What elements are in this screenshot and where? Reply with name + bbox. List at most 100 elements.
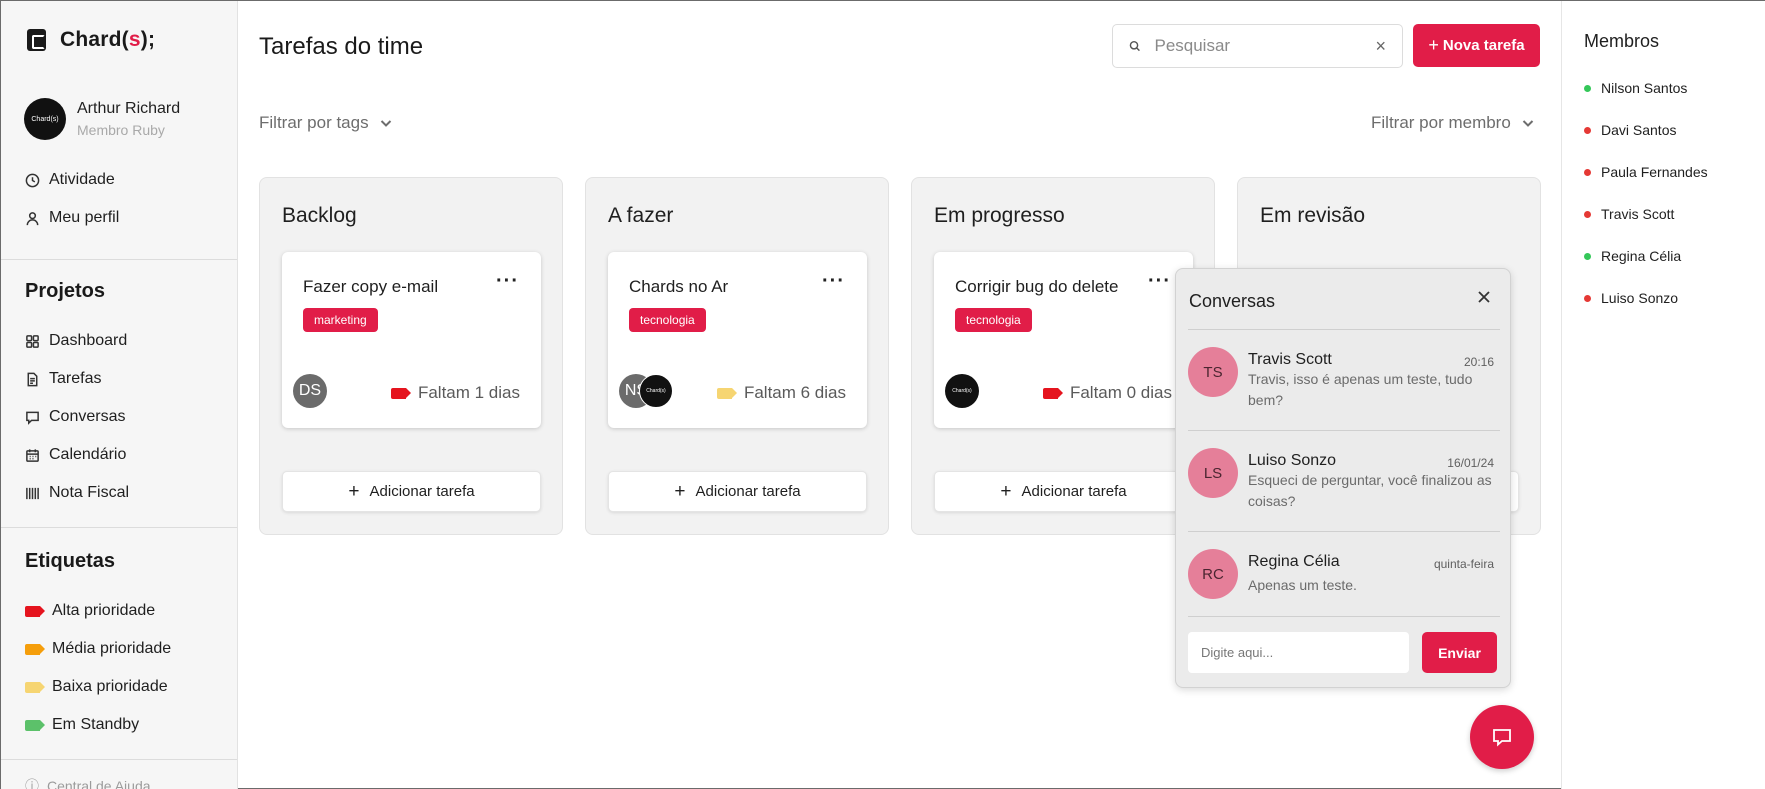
status-dot bbox=[1584, 252, 1591, 260]
status-dot bbox=[1584, 84, 1591, 92]
member-item[interactable]: Travis Scott bbox=[1584, 206, 1674, 222]
brand-name: Chard(s); bbox=[60, 28, 156, 51]
column-title: Em revisão bbox=[1260, 204, 1366, 227]
help-center-link[interactable]: ⓘ Central de Ajuda bbox=[25, 776, 151, 789]
member-name: Paula Fernandes bbox=[1601, 164, 1708, 180]
status-dot bbox=[1584, 126, 1591, 134]
label-name: Alta prioridade bbox=[52, 602, 156, 619]
conversation-time: 20:16 bbox=[1463, 355, 1494, 369]
user-profile[interactable]: Chard(s) Arthur Richard Membro Ruby bbox=[24, 98, 180, 140]
chat-fab-button[interactable] bbox=[1470, 705, 1534, 769]
calendar-icon bbox=[26, 448, 39, 462]
user-name: Arthur Richard bbox=[77, 100, 181, 117]
add-task-button[interactable]: + Adicionar tarefa bbox=[934, 471, 1193, 512]
task-card[interactable]: Fazer copy e-mail ··· marketing DS Falta… bbox=[282, 252, 541, 428]
nav-item-calendario[interactable]: Calendário bbox=[25, 436, 129, 474]
member-item[interactable]: Paula Fernandes bbox=[1584, 164, 1708, 180]
add-task-label: Adicionar tarefa bbox=[369, 483, 475, 500]
divider bbox=[1, 759, 237, 760]
deadline-text: Faltam 0 dias bbox=[1069, 383, 1172, 402]
clear-search-icon[interactable]: × bbox=[1375, 36, 1386, 57]
nav-item-nota-fiscal[interactable]: Nota Fiscal bbox=[25, 474, 129, 512]
conversation-message: Apenas um teste. bbox=[1248, 577, 1357, 593]
more-options-icon[interactable]: ··· bbox=[496, 270, 519, 293]
conversation-item[interactable]: TS Travis Scott 20:16 Travis, isso é ape… bbox=[1188, 330, 1500, 418]
label-em-standby[interactable]: Em Standby bbox=[25, 706, 171, 744]
plus-icon: + bbox=[1428, 35, 1439, 55]
add-task-button[interactable]: + Adicionar tarefa bbox=[282, 471, 541, 512]
tag-icon bbox=[25, 605, 45, 617]
status-dot bbox=[1584, 210, 1591, 218]
clock-icon bbox=[25, 173, 40, 187]
column-title: A fazer bbox=[608, 204, 674, 227]
filter-by-tags[interactable]: Filtrar por tags bbox=[259, 113, 393, 133]
label-media-prioridade[interactable]: Média prioridade bbox=[25, 630, 171, 668]
sidebar: Chard(s); Chard(s) Arthur Richard Membro… bbox=[1, 1, 238, 789]
member-item[interactable]: Davi Santos bbox=[1584, 122, 1676, 138]
column-em-progresso: Em progresso Corrigir bug do delete ··· … bbox=[911, 177, 1215, 535]
help-icon: ⓘ bbox=[25, 778, 39, 789]
deadline-text: Faltam 1 dias bbox=[417, 383, 520, 402]
avatar: Chard(s) bbox=[945, 374, 979, 408]
page-title: Tarefas do time bbox=[259, 33, 424, 60]
send-button[interactable]: Enviar bbox=[1422, 632, 1497, 673]
chat-title: Conversas bbox=[1189, 291, 1276, 311]
plus-icon: + bbox=[1000, 480, 1012, 502]
nav-item-tarefas[interactable]: Tarefas bbox=[25, 360, 129, 398]
brand-logo-icon bbox=[27, 29, 46, 51]
filter-label: Filtrar por membro bbox=[1371, 113, 1511, 132]
member-item[interactable]: Nilson Santos bbox=[1584, 80, 1687, 96]
more-options-icon[interactable]: ··· bbox=[822, 270, 845, 293]
avatar: DS bbox=[293, 374, 327, 408]
task-card[interactable]: Chards no Ar ··· tecnologia NS Chard(s) … bbox=[608, 252, 867, 428]
task-card[interactable]: Corrigir bug do delete ··· tecnologia Ch… bbox=[934, 252, 1193, 428]
nav-item-meu-perfil[interactable]: Meu perfil bbox=[25, 199, 119, 237]
section-title-projetos: Projetos bbox=[25, 280, 106, 302]
more-options-icon[interactable]: ··· bbox=[1148, 270, 1171, 293]
divider bbox=[1188, 616, 1500, 617]
nav-item-label: Atividade bbox=[49, 171, 115, 188]
close-icon[interactable] bbox=[1474, 287, 1494, 307]
nav-item-conversas[interactable]: Conversas bbox=[25, 398, 129, 436]
nav-item-dashboard[interactable]: Dashboard bbox=[25, 322, 129, 360]
divider bbox=[1, 527, 237, 528]
member-item[interactable]: Regina Célia bbox=[1584, 248, 1681, 264]
label-alta-prioridade[interactable]: Alta prioridade bbox=[25, 592, 171, 630]
assignees: Chard(s) bbox=[945, 374, 979, 408]
nav-item-atividade[interactable]: Atividade bbox=[25, 161, 119, 199]
plus-icon: + bbox=[348, 480, 360, 502]
label-name: Em Standby bbox=[52, 716, 140, 733]
column-backlog: Backlog Fazer copy e-mail ··· marketing … bbox=[259, 177, 563, 535]
labels-list: Alta prioridade Média prioridade Baixa p… bbox=[25, 592, 171, 744]
nav-item-label: Dashboard bbox=[49, 332, 128, 349]
conversation-name: Regina Célia bbox=[1248, 553, 1340, 570]
deadline: Faltam 1 dias bbox=[390, 383, 520, 403]
avatar: Chard(s) bbox=[24, 98, 66, 140]
message-input[interactable] bbox=[1188, 632, 1409, 673]
status-dot bbox=[1584, 294, 1591, 302]
label-baixa-prioridade[interactable]: Baixa prioridade bbox=[25, 668, 171, 706]
conversation-name: Luiso Sonzo bbox=[1248, 452, 1337, 469]
search-input[interactable] bbox=[1154, 36, 1376, 56]
conversation-item[interactable]: RC Regina Célia quinta-feira Apenas um t… bbox=[1188, 532, 1500, 620]
column-a-fazer: A fazer Chards no Ar ··· tecnologia NS C… bbox=[585, 177, 889, 535]
brand[interactable]: Chard(s); bbox=[27, 28, 155, 52]
help-label: Central de Ajuda bbox=[47, 778, 151, 789]
conversation-time: 16/01/24 bbox=[1447, 456, 1494, 470]
plus-icon: + bbox=[674, 480, 686, 502]
conversation-item[interactable]: LS Luiso Sonzo 16/01/24 Esqueci de pergu… bbox=[1188, 431, 1500, 519]
tag-chip: tecnologia bbox=[955, 308, 1032, 332]
grid-icon bbox=[26, 334, 39, 348]
member-item[interactable]: Luiso Sonzo bbox=[1584, 290, 1678, 306]
filter-by-member[interactable]: Filtrar por membro bbox=[1371, 113, 1535, 133]
nav-item-label: Meu perfil bbox=[49, 209, 120, 226]
conversation-time: quinta-feira bbox=[1433, 557, 1494, 571]
tag-icon bbox=[25, 681, 45, 693]
add-task-button[interactable]: + Adicionar tarefa bbox=[608, 471, 867, 512]
nav-item-label: Tarefas bbox=[49, 370, 102, 387]
search-box[interactable]: × bbox=[1112, 24, 1403, 68]
deadline: Faltam 6 dias bbox=[716, 383, 846, 403]
tag-icon bbox=[25, 719, 45, 731]
new-task-button[interactable]: + Nova tarefa bbox=[1413, 24, 1540, 67]
nav-item-label: Nota Fiscal bbox=[49, 484, 130, 501]
